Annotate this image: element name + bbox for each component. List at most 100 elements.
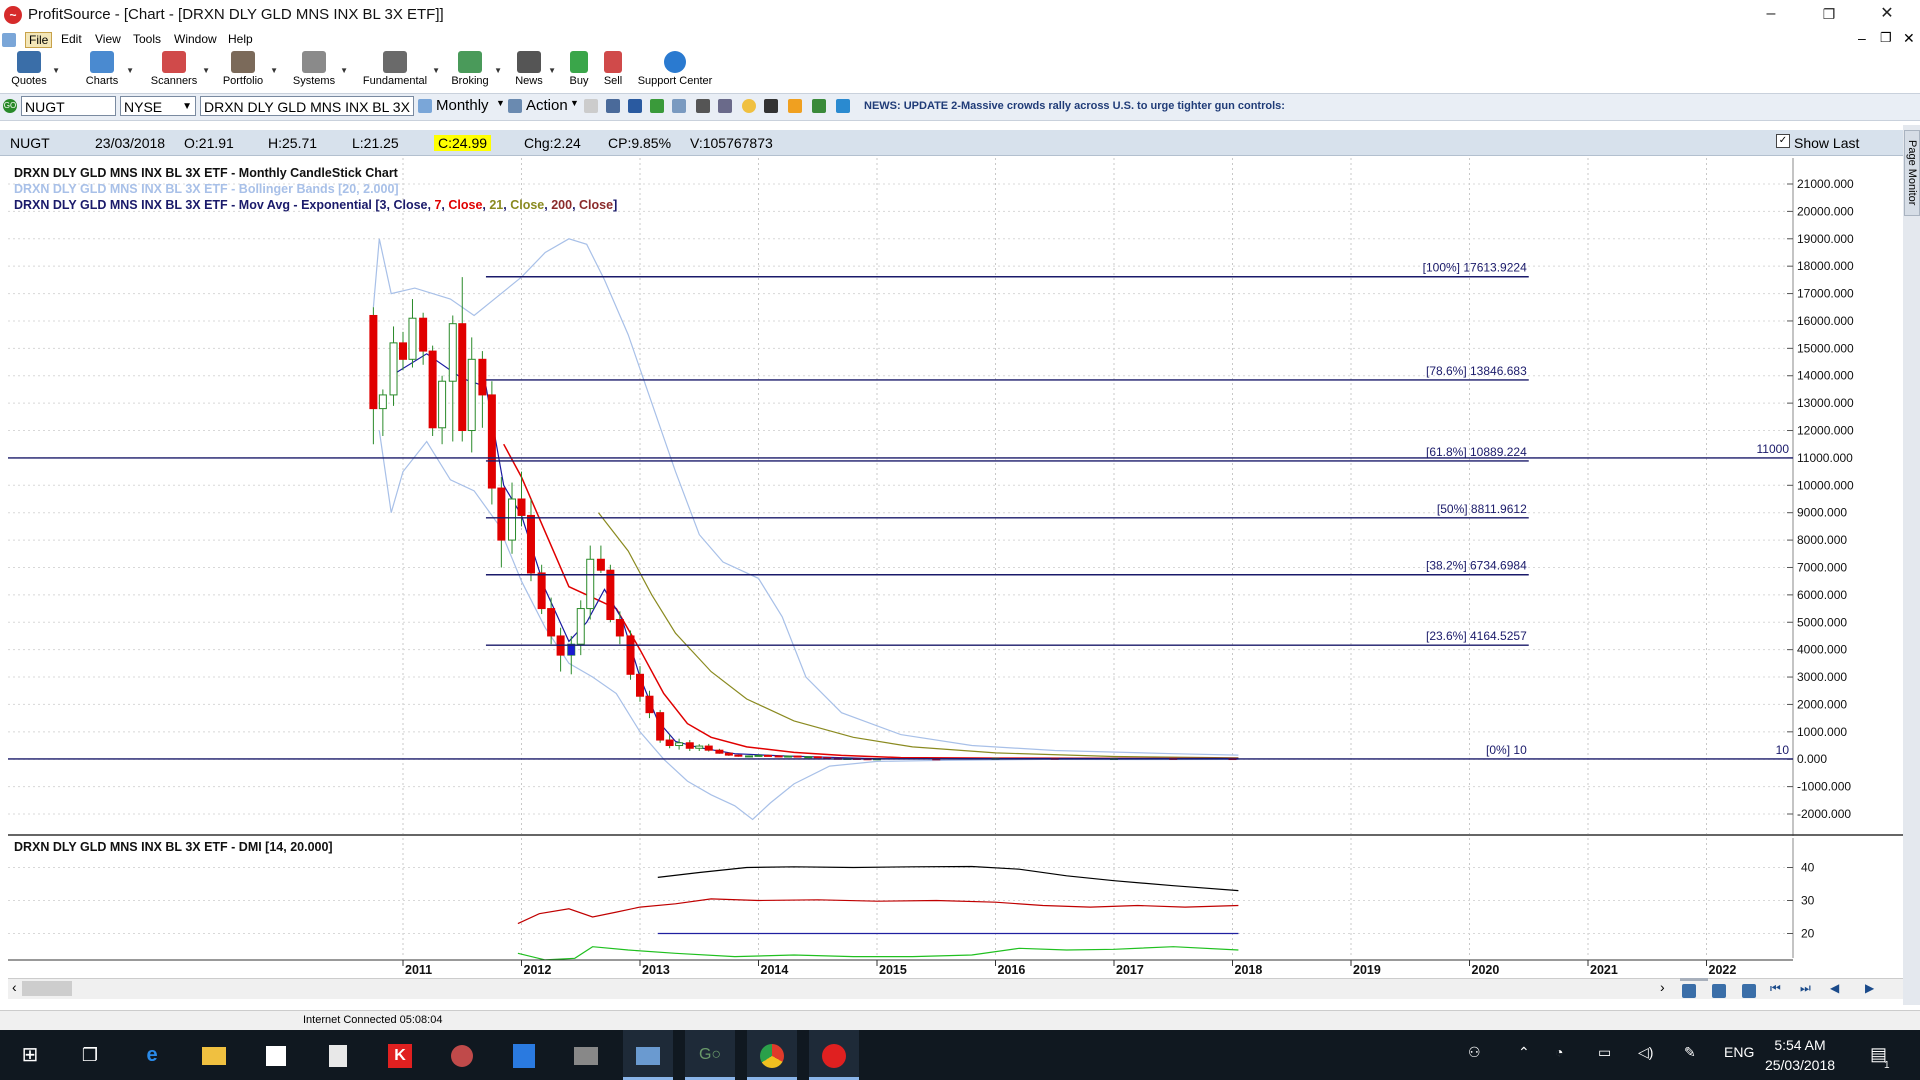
last-page-icon[interactable]: ⏭ (1800, 981, 1811, 996)
news-ticker[interactable]: NEWS: UPDATE 2-Massive crowds rally acro… (864, 100, 1285, 112)
language-indicator[interactable]: ENG (1724, 1044, 1754, 1060)
quotes-button[interactable]: Quotes ▼ (10, 50, 60, 92)
news-button[interactable]: News ▼ (514, 50, 556, 92)
star-icon[interactable] (788, 99, 802, 113)
camera-icon[interactable] (764, 99, 778, 113)
exchange-select[interactable]: NYSE ▼ (120, 96, 196, 116)
systems-button[interactable]: Systems ▼ (292, 50, 348, 92)
print-icon[interactable] (584, 99, 598, 113)
save-icon[interactable] (628, 99, 642, 113)
edge-icon[interactable]: e (127, 1030, 177, 1080)
candle-body (517, 498, 526, 516)
y-tick-label: 16000.000 (1797, 314, 1854, 328)
candle-body (695, 745, 704, 749)
chrome-icon[interactable] (747, 1030, 797, 1080)
task-view-icon[interactable]: ❐ (65, 1030, 115, 1080)
zoom-in-icon[interactable] (1682, 984, 1696, 998)
taskbar-clock[interactable]: 5:54 AM 25/03/2018 (1760, 1035, 1840, 1075)
step-forward-icon[interactable]: ▶ (1865, 981, 1874, 995)
profitsource-icon[interactable] (809, 1030, 859, 1080)
zoom-fit-icon[interactable] (1742, 984, 1756, 998)
dmi-chart[interactable]: 40 30 20 2011 2012 2013 2014 2015 2016 2017 2018 20… (8, 838, 1903, 978)
dmi-chart-panel[interactable]: 40 30 20 2011 2012 2013 2014 2015 2016 2017 2018 20… (8, 838, 1903, 977)
maximize-button[interactable]: ❐ (1806, 0, 1852, 30)
app-icon[interactable] (437, 1030, 487, 1080)
defender-icon[interactable] (499, 1030, 549, 1080)
go-icon[interactable]: GO (3, 99, 17, 113)
exchange-value: NYSE (124, 99, 163, 115)
minimize-button[interactable]: – (1748, 0, 1794, 30)
news-feed-icon[interactable] (836, 99, 850, 113)
camera-app-icon[interactable] (561, 1030, 611, 1080)
chevron-down-icon[interactable]: ▼ (494, 66, 502, 75)
fibonacci-levels: [100%] 17613.9224 [78.6%] 13846.683 [61.8%… (8, 261, 1793, 760)
volume-icon[interactable]: ◁) (1638, 1044, 1653, 1061)
chart-horizontal-scrollbar[interactable] (8, 978, 1903, 999)
price-chart[interactable]: 21000.000 20000.000 19000.000 18000.000 1700… (8, 158, 1903, 836)
drawing-icon[interactable] (718, 99, 732, 113)
settings-icon[interactable] (606, 99, 620, 113)
chevron-down-icon[interactable]: ▼ (548, 66, 556, 75)
mdi-close-button[interactable]: ✕ (1900, 30, 1918, 47)
chevron-down-icon[interactable]: ▼ (202, 66, 210, 75)
scanners-button[interactable]: Scanners ▼ (150, 50, 210, 92)
close-button[interactable]: ✕ (1864, 0, 1910, 30)
calculator-icon[interactable] (313, 1030, 363, 1080)
chevron-down-icon[interactable]: ▼ (570, 98, 579, 108)
pen-icon[interactable]: ✎ (1684, 1044, 1696, 1061)
bug-icon[interactable] (812, 99, 826, 113)
support-center-button[interactable]: Support Center (636, 50, 714, 92)
y-tick-label: 3000.000 (1797, 670, 1847, 684)
price-chart-panel[interactable]: 21000.000 20000.000 19000.000 18000.000 1700… (8, 158, 1903, 836)
menu-tools[interactable]: Tools (130, 32, 164, 46)
image-viewer-icon[interactable] (623, 1030, 673, 1080)
zoom-out-icon[interactable] (1712, 984, 1726, 998)
broking-button[interactable]: Broking ▼ (450, 50, 502, 92)
mdi-restore-button[interactable]: ❐ (1877, 30, 1895, 46)
menu-view[interactable]: View (92, 32, 124, 46)
menu-edit[interactable]: Edit (58, 32, 85, 46)
chevron-up-icon[interactable]: ⌃ (1518, 1044, 1530, 1061)
network-icon[interactable]: ◔ (1555, 1044, 1563, 1060)
mdi-doc-icon[interactable] (2, 33, 16, 47)
show-last-checkbox[interactable]: ✓ (1776, 134, 1790, 148)
fundamental-button[interactable]: Fundamental ▼ (362, 50, 440, 92)
first-page-icon[interactable]: ⏮ (1770, 981, 1781, 996)
buy-button[interactable]: Buy (566, 50, 592, 92)
battery-icon[interactable]: ▭ (1598, 1044, 1611, 1061)
step-back-icon[interactable]: ◀ (1830, 981, 1839, 995)
store-icon[interactable] (251, 1030, 301, 1080)
menu-window[interactable]: Window (171, 32, 220, 46)
portfolio-button[interactable]: Portfolio ▼ (220, 50, 278, 92)
chevron-down-icon[interactable]: ▼ (52, 66, 60, 75)
sell-button[interactable]: Sell (600, 50, 626, 92)
template-icon[interactable] (672, 99, 686, 113)
scroll-left-icon[interactable]: ‹ (12, 979, 17, 995)
symbol-input[interactable]: NUGT (21, 96, 116, 116)
page-monitor-tab[interactable]: Page Monitor (1904, 130, 1920, 216)
kaspersky-icon[interactable]: K (375, 1030, 425, 1080)
menu-file[interactable]: File (25, 32, 53, 48)
indicator-icon[interactable] (650, 99, 664, 113)
tools-icon[interactable] (696, 99, 710, 113)
chevron-down-icon[interactable]: ▼ (126, 66, 134, 75)
chevron-down-icon[interactable]: ▼ (270, 66, 278, 75)
lightbulb-icon[interactable] (742, 99, 756, 113)
people-icon[interactable]: ⚇ (1468, 1044, 1481, 1061)
file-explorer-icon[interactable] (189, 1030, 239, 1080)
charts-button[interactable]: Charts ▼ (82, 50, 134, 92)
chevron-down-icon[interactable]: ▼ (432, 66, 440, 75)
zoom-slider[interactable] (1680, 978, 1708, 981)
candle-body (715, 749, 724, 754)
mdi-minimize-button[interactable]: – (1855, 30, 1869, 46)
action-menu[interactable]: Action (526, 97, 568, 114)
menu-help[interactable]: Help (225, 32, 256, 46)
chevron-down-icon[interactable]: ▼ (496, 98, 505, 108)
windows-start-icon[interactable]: ⊞ (5, 1030, 55, 1080)
scrollbar-thumb[interactable] (22, 981, 72, 996)
scroll-right-icon[interactable]: › (1660, 979, 1665, 995)
security-name-field[interactable]: DRXN DLY GLD MNS INX BL 3X (200, 96, 414, 116)
chevron-down-icon[interactable]: ▼ (340, 66, 348, 75)
go-app-icon[interactable]: G○ (685, 1030, 735, 1080)
period-select[interactable]: Monthly (436, 97, 489, 114)
